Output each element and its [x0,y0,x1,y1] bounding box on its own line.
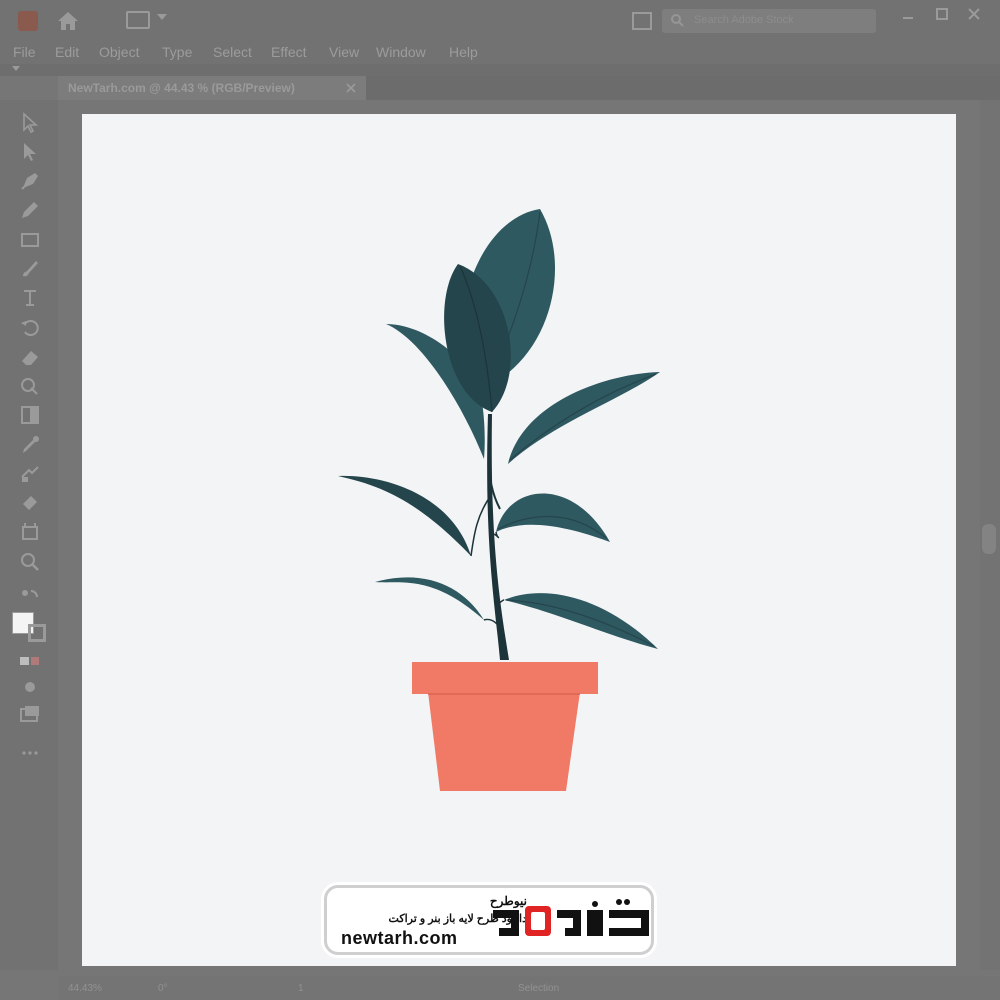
current-tool-status[interactable]: Selection [518,983,559,994]
menu-object[interactable]: Object [99,44,139,60]
leaf-lower-left [375,577,484,620]
blend-tool-icon[interactable] [19,463,41,485]
menu-help[interactable]: Help [449,44,478,60]
plant-branch [493,531,500,539]
close-icon[interactable] [964,6,984,24]
pen-tool-icon[interactable] [19,170,41,192]
eraser-tool-icon[interactable] [19,346,41,368]
menu-file[interactable]: File [13,44,36,60]
chevron-down-icon[interactable] [157,14,167,20]
workspace-switcher-icon[interactable] [126,11,150,29]
arrange-documents-icon[interactable] [632,12,652,30]
paintbrush-tool-icon[interactable] [19,258,41,280]
stroke-color-swatch[interactable] [28,624,46,642]
plant-illustration[interactable] [82,114,956,966]
type-tool-icon[interactable] [19,287,41,309]
artboard-number[interactable]: 1 [298,983,304,994]
restore-icon[interactable] [932,6,952,24]
plant-branch [483,618,498,625]
menu-effect[interactable]: Effect [271,44,307,60]
menu-window[interactable]: Window [376,44,426,60]
menu-type[interactable]: Type [162,44,192,60]
search-icon [671,14,684,27]
selection-tool-icon[interactable] [19,112,41,134]
app-logo-icon [18,11,38,31]
rectangle-tool-icon[interactable] [19,229,41,251]
direct-selection-tool-icon[interactable] [19,141,41,163]
artboard-tool-icon[interactable] [19,521,41,543]
brand-logo-mark [493,899,649,936]
document-tab[interactable]: NewTarh.com @ 44.43 % (RGB/Preview) [58,76,366,100]
menu-edit[interactable]: Edit [55,44,79,60]
color-mode-icon[interactable] [19,650,41,672]
title-bar: Search Adobe Stock [0,0,1000,40]
menu-select[interactable]: Select [213,44,252,60]
rotate-tool-icon[interactable] [19,316,41,338]
close-tab-icon[interactable] [346,83,356,93]
leaf-middle-left [338,475,471,556]
status-bar: 44.43% 0° 1 Selection [58,976,1000,1000]
logo-domain: newtarh.com [341,928,458,948]
shape-builder-tool-icon[interactable] [19,375,41,397]
pencil-tool-icon[interactable] [19,199,41,221]
gradient-tool-icon[interactable] [19,404,41,426]
rotation-value[interactable]: 0° [158,983,168,994]
symbol-sprayer-tool-icon[interactable] [19,492,41,514]
menu-bar: File Edit Object Type Select Effect View… [0,40,1000,64]
scrollbar-thumb[interactable] [982,524,996,554]
pot-body [428,692,580,791]
zoom-tool-icon[interactable] [19,551,41,573]
zoom-level[interactable]: 44.43% [68,983,102,994]
pot-rim [412,662,598,694]
eyedropper-tool-icon[interactable] [19,434,41,456]
watermark-logo: نیوطرح دانلود طرح لایه باز بنر و تراکت n… [324,885,654,955]
more-tools-icon[interactable] [19,742,41,764]
screen-mode-icon[interactable] [19,703,41,725]
document-tab-label: NewTarh.com @ 44.43 % (RGB/Preview) [68,81,295,95]
draw-mode-icon[interactable] [19,676,41,698]
search-placeholder: Search Adobe Stock [694,14,794,26]
collapse-panel-icon[interactable] [12,66,20,71]
minimize-icon[interactable] [898,6,918,24]
leaf-upper-right [508,372,660,464]
swap-colors-icon[interactable] [19,585,41,607]
menu-view[interactable]: View [329,44,359,60]
leaf-middle-right [496,493,610,542]
home-icon[interactable] [56,10,80,32]
control-strip [0,64,1000,76]
